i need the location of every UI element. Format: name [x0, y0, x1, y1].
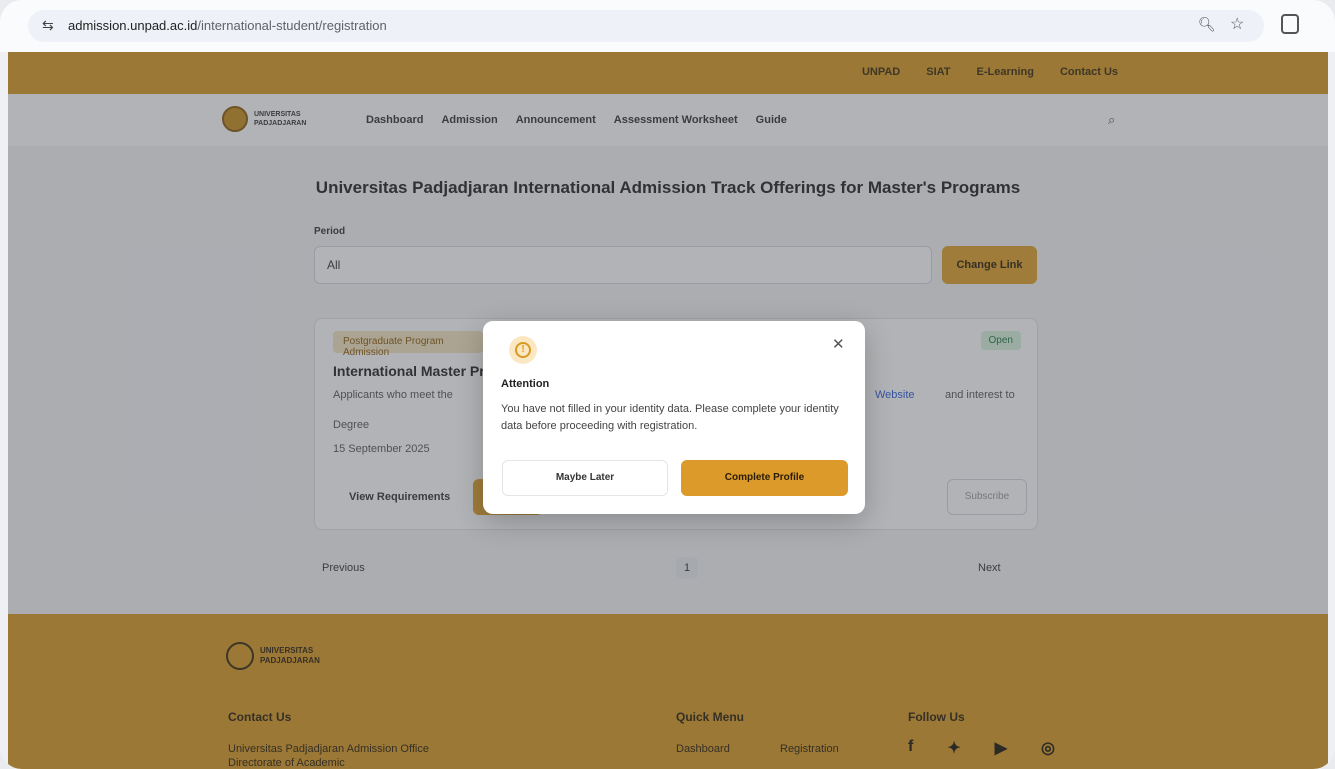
- dialog-message: You have not filled in your identity dat…: [501, 403, 839, 432]
- maybe-later-button[interactable]: Maybe Later: [502, 460, 668, 496]
- close-icon[interactable]: ✕: [832, 337, 845, 352]
- dialog-title: Attention: [501, 378, 550, 390]
- bookmark-star-icon[interactable]: ☆: [1230, 14, 1244, 34]
- site-settings-icon[interactable]: ⇆: [42, 17, 54, 34]
- complete-profile-button[interactable]: Complete Profile: [681, 460, 848, 496]
- attention-dialog: ! ✕ Attention You have not filled in you…: [483, 321, 865, 514]
- warning-icon: !: [509, 336, 537, 364]
- url-text[interactable]: admission.unpad.ac.id/international-stud…: [68, 18, 387, 33]
- address-bar: ⇆ admission.unpad.ac.id/international-st…: [0, 0, 1335, 52]
- zoom-icon[interactable]: 🔍︎: [1198, 16, 1216, 33]
- extensions-icon[interactable]: [1281, 14, 1299, 34]
- browser-window: ⇆ admission.unpad.ac.id/international-st…: [0, 0, 1335, 769]
